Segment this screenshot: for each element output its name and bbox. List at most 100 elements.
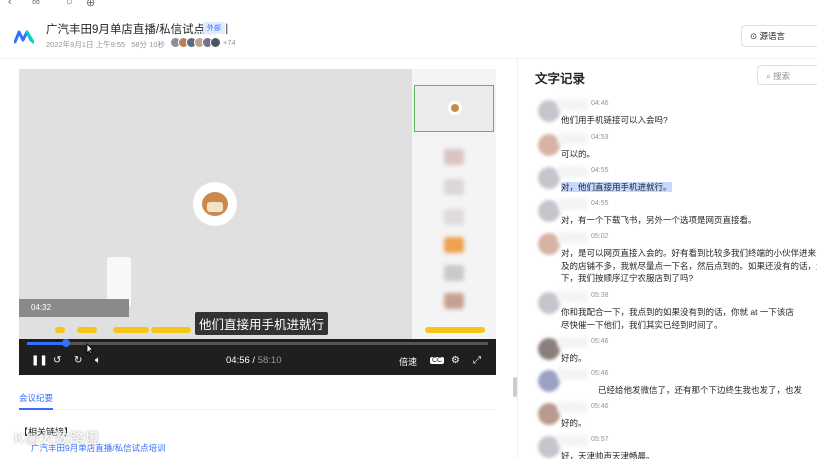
speaker-avatar [538, 167, 560, 189]
speaker-avatar [538, 436, 560, 458]
back-icon[interactable]: ‹ [8, 0, 12, 8]
total-time: 58:10 [257, 355, 282, 366]
participant-thumb [444, 149, 464, 165]
active-participant-thumbnail [414, 85, 494, 132]
volume-icon[interactable]: 🔈︎ [95, 355, 101, 366]
progress-knob[interactable] [62, 339, 70, 347]
speaker-avatar [538, 370, 560, 392]
participant-thumb [444, 237, 464, 253]
entry-time: 05:57 [591, 436, 609, 443]
speaker-avatar [538, 233, 560, 255]
highlight-marker[interactable] [55, 327, 65, 333]
entry-text: 对，他们直接用手机进就行。 [561, 181, 817, 194]
rewind-icon[interactable]: ↺ [53, 355, 61, 366]
entry-time: 05:46 [591, 338, 609, 345]
forward-icon[interactable]: ↻ [74, 355, 82, 366]
progress-track[interactable] [27, 342, 488, 345]
entry-time: 05:02 [591, 233, 609, 240]
language-icon: ⊙ [750, 31, 758, 41]
entry-text: 对，是可以网页直接入会的。好有看到比较多我们终端的小伙伴进来了 及的店铺不多，我… [561, 247, 817, 285]
panel-divider [517, 59, 518, 459]
speaker-name [558, 291, 588, 302]
top-nav: ‹ ∞ ○ ⊕ [0, 0, 817, 10]
entry-text: 他们用手机链接可以入会吗? [561, 115, 668, 125]
avatar [210, 37, 221, 48]
participants-count: +74 [223, 38, 236, 47]
source-language-button[interactable]: ⊙ 源语言 [741, 25, 817, 47]
globe-icon[interactable]: ⊕ [86, 0, 95, 9]
notes-tab-bar: 会议纪要 [19, 388, 496, 410]
entry-time: 05:46 [591, 403, 609, 410]
entry-time: 04:46 [591, 100, 609, 107]
cc-button[interactable]: CC [430, 357, 445, 364]
transcript-search[interactable]: ⌕ 搜索 [757, 65, 817, 85]
speaker-name [558, 337, 588, 348]
participant-thumb [444, 179, 464, 195]
meeting-duration: 58分 10秒 [131, 40, 165, 49]
search-icon: ⌕ [766, 71, 771, 81]
transcript-title: 文字记录 [535, 72, 586, 86]
speaker-name [558, 166, 588, 177]
speaker-avatar [538, 403, 560, 425]
entry-time: 04:53 [591, 134, 609, 141]
entry-time: 04:55 [591, 167, 609, 174]
speaker-name [558, 435, 588, 446]
current-sentence: 对，他们直接用手机进就行。 [561, 182, 672, 192]
current-time: 04:56 [226, 355, 250, 366]
highlight-marker[interactable] [113, 327, 149, 333]
speaker-avatar [538, 200, 560, 222]
tab-meeting-notes[interactable]: 会议纪要 [19, 392, 53, 404]
settings-icon[interactable]: ⚙ [451, 355, 460, 366]
highlight-marker[interactable] [77, 327, 97, 333]
highlight-marker[interactable] [425, 327, 485, 333]
meeting-meta: 2022年9月1日 上午9:55 58分 10秒 [46, 39, 171, 50]
overlay-time: 04:32 [31, 303, 52, 312]
entry-text: 已经给他发微信了，还有那个下边终生我也发了，也发 [598, 385, 803, 395]
entry-text: 好的。 [561, 353, 587, 363]
pause-icon[interactable]: ❚❚ [31, 355, 48, 366]
page-title: 广汽丰田9月单店直播/私信试点培训 [46, 24, 229, 36]
entry-line: 及的店铺不多，我就尽量点一下名，然后点到的。如果还没有的话，大 [561, 260, 817, 271]
speaker-avatar [538, 134, 560, 156]
speaker-avatar [538, 338, 560, 360]
speaker-name [558, 232, 588, 243]
external-tag: 外部 [203, 22, 225, 34]
header-divider [0, 58, 817, 59]
participant-thumb [444, 209, 464, 225]
speaker-name [558, 199, 588, 210]
participant-thumb [444, 293, 464, 309]
entry-text: 可以的。 [561, 149, 596, 159]
entry-text: 好的。 [561, 418, 587, 428]
speaker-name [558, 402, 588, 413]
entry-text: 你和我配合一下，我点到的如果没有到的话，你就 at 一下该店 尽快催一下他们，我… [561, 306, 817, 331]
video-player[interactable]: 04:32 他们直接用手机进就行 ❚❚ ↺ ↻ 🔈︎ 04:56 / 58:10… [19, 69, 496, 375]
entry-line: 你和我配合一下，我点到的如果没有到的话，你就 at 一下该店 [561, 307, 794, 317]
entry-line: 尽快催一下他们，我们其实已经到时间了。 [561, 319, 723, 330]
video-subtitle: 他们直接用手机进就行 [195, 312, 329, 335]
speaker-avatar [193, 182, 237, 226]
search-placeholder: 搜索 [773, 71, 791, 81]
participant-avatars[interactable]: +74 [170, 37, 236, 49]
speaker-avatar [538, 292, 560, 314]
meeting-date: 2022年9月1日 上午9:55 [46, 40, 126, 49]
speaker-name [558, 369, 588, 380]
entry-text: 对，有一个下载飞书，另外一个选项是网页直接看。 [561, 215, 757, 225]
mouse-cursor-icon [86, 343, 94, 355]
fullscreen-icon[interactable]: ⤢ [473, 355, 481, 366]
entry-time: 05:38 [591, 292, 609, 299]
link-icon[interactable]: ∞ [32, 0, 40, 8]
refresh-icon[interactable]: ○ [66, 0, 73, 8]
watermark: K@大数跨境 [14, 430, 100, 446]
speed-button[interactable]: 倍速 [399, 355, 417, 368]
speaker-name [558, 133, 588, 144]
tab-underline [19, 408, 53, 410]
source-language-label: 源语言 [759, 31, 786, 41]
highlight-marker[interactable] [151, 327, 191, 333]
entry-time: 05:46 [591, 370, 609, 377]
participant-thumb [444, 265, 464, 281]
entry-text: 好，天津帅声天津畅晨。 [561, 451, 655, 459]
entry-line: 下，我们按顺序辽宁农服店到了吗? [561, 273, 694, 283]
playback-time: 04:56 / 58:10 [226, 355, 282, 366]
speaker-avatar [538, 100, 560, 122]
panel-resize-handle[interactable] [513, 377, 517, 397]
